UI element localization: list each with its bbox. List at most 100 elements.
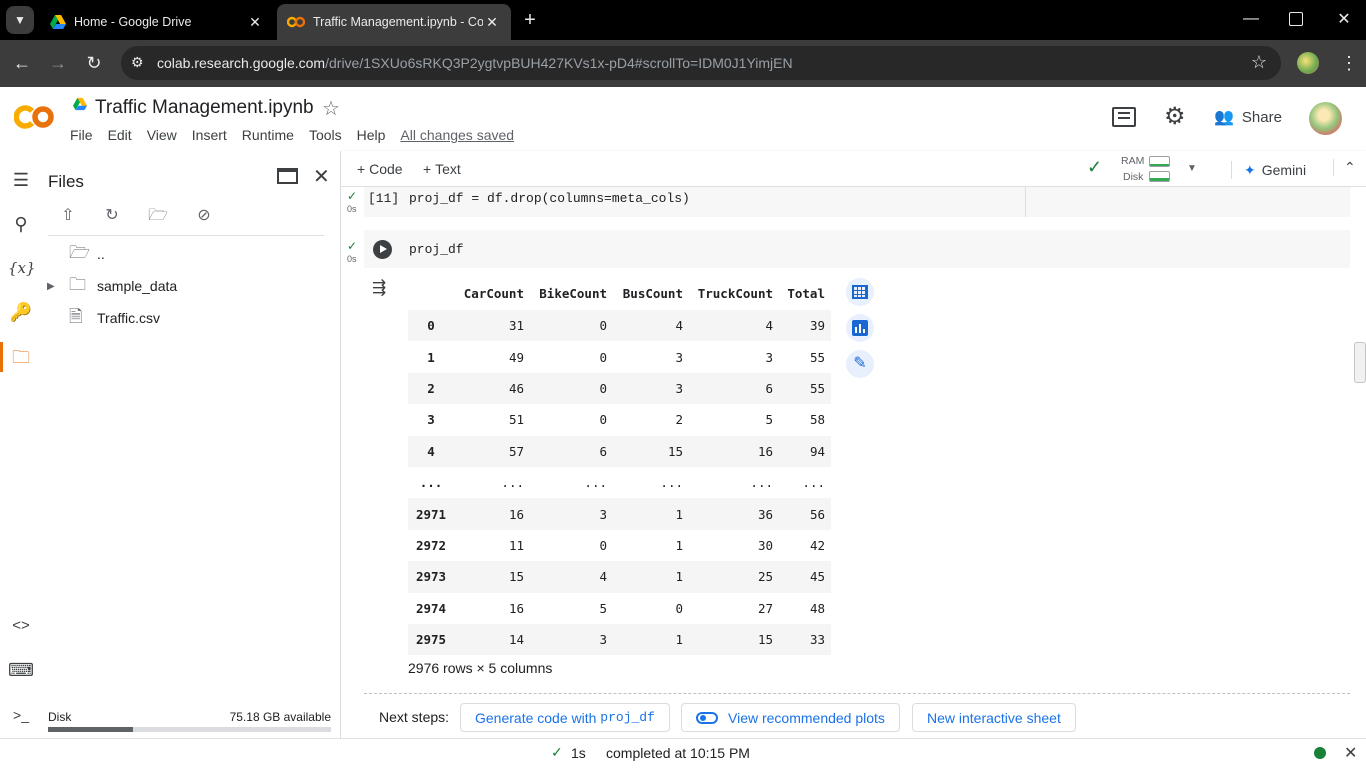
- browser-tab-strip: ▼ Home - Google Drive ✕ Traffic Manageme…: [0, 0, 1366, 40]
- gemini-button[interactable]: ✦ Gemini: [1231, 161, 1306, 179]
- menu-view[interactable]: View: [147, 127, 177, 143]
- reload-icon: ↻: [86, 53, 102, 73]
- close-panel-icon[interactable]: ✕: [313, 164, 330, 189]
- colab-logo[interactable]: [13, 103, 56, 131]
- refresh-icon[interactable]: ↻: [100, 204, 124, 228]
- secrets-key-icon[interactable]: 🔑: [8, 299, 34, 325]
- menu-runtime[interactable]: Runtime: [242, 127, 294, 143]
- table-cell: 55: [809, 349, 825, 365]
- reload-button[interactable]: ↻: [84, 53, 104, 73]
- search-icon[interactable]: ⚲: [8, 211, 34, 237]
- close-window-button[interactable]: ✕: [1335, 9, 1353, 29]
- new-interactive-sheet-button[interactable]: New interactive sheet: [912, 703, 1076, 732]
- save-status[interactable]: All changes saved: [400, 127, 514, 143]
- new-tab-button[interactable]: +: [520, 8, 540, 32]
- suggest-charts-button[interactable]: [846, 314, 874, 342]
- runtime-dropdown-icon[interactable]: ▼: [1187, 163, 1197, 174]
- browser-toolbar: ← → ↻ ⚙ colab.research.google.com/drive/…: [0, 40, 1366, 87]
- disk-available: 75.18 GB available: [229, 710, 331, 724]
- menu-edit[interactable]: Edit: [108, 127, 132, 143]
- row-index: 3: [427, 412, 435, 428]
- table-row: 1 49 0 3 3 55: [408, 341, 831, 372]
- list-item-parent-dir[interactable]: 🗁 ..: [69, 243, 105, 265]
- notebook-title[interactable]: Traffic Management.ipynb: [95, 97, 314, 119]
- generate-code-with-button[interactable]: Generate code with proj_df: [460, 703, 670, 732]
- restore-window-button[interactable]: [1289, 12, 1303, 26]
- generate-code-button[interactable]: ✎: [846, 350, 874, 378]
- expand-arrow-icon[interactable]: ▶: [47, 281, 67, 292]
- account-avatar[interactable]: [1309, 102, 1342, 135]
- column-header: TruckCount: [697, 285, 773, 301]
- code-cell[interactable]: proj_df: [364, 230, 1350, 268]
- close-status-icon[interactable]: ✕: [1344, 743, 1357, 763]
- add-code-cell-button[interactable]: + Code: [357, 161, 403, 177]
- list-item-sample-data[interactable]: ▶ 🗀 sample_data: [47, 275, 177, 297]
- tab-colab-notebook[interactable]: Traffic Management.ipynb - Col ✕: [277, 4, 511, 40]
- gemini-sparkle-icon: ✦: [1244, 161, 1256, 178]
- table-cell: 14: [508, 632, 524, 648]
- run-cell-button[interactable]: [373, 240, 392, 259]
- profile-avatar[interactable]: [1297, 52, 1319, 74]
- files-divider: [48, 235, 324, 236]
- address-bar[interactable]: ⚙ colab.research.google.com/drive/1SXUo6…: [121, 46, 1281, 80]
- share-label: Share: [1241, 108, 1282, 126]
- star-icon[interactable]: ☆: [322, 96, 340, 121]
- connected-check-icon: ✓: [1087, 157, 1103, 177]
- code-cell[interactable]: [11] proj_df = df.drop(columns=meta_cols…: [364, 187, 1350, 217]
- collapse-header-icon[interactable]: ⌃: [1333, 159, 1356, 176]
- plus-icon: +: [357, 161, 366, 177]
- terminal-icon[interactable]: >_: [8, 702, 34, 728]
- tab-search-button[interactable]: ▼: [6, 6, 34, 34]
- tab-google-drive[interactable]: Home - Google Drive ✕: [40, 4, 274, 40]
- comments-icon[interactable]: [1112, 107, 1136, 127]
- cell-exec-time: 0s: [347, 204, 357, 214]
- menu-insert[interactable]: Insert: [192, 127, 227, 143]
- menu-tools[interactable]: Tools: [309, 127, 342, 143]
- drive-location-icon[interactable]: [72, 97, 88, 114]
- minimize-window-button[interactable]: —: [1242, 10, 1260, 28]
- add-code-label: Code: [369, 161, 403, 177]
- variables-icon[interactable]: {x}: [8, 255, 36, 281]
- table-cell: 33: [809, 632, 825, 648]
- hide-hidden-files-icon[interactable]: ⊘: [192, 204, 216, 228]
- table-of-contents-icon[interactable]: ☰: [8, 167, 34, 193]
- menu-file[interactable]: File: [70, 127, 93, 143]
- completed-time: completed at 10:15 PM: [606, 745, 750, 761]
- back-button[interactable]: ←: [12, 53, 32, 73]
- cell-code[interactable]: proj_df = df.drop(columns=meta_cols): [409, 191, 690, 206]
- cell-status-check-icon: ✓: [347, 239, 358, 253]
- table-row: 2975 14 3 1 15 33: [408, 623, 831, 656]
- table-cell: 2: [675, 412, 683, 428]
- open-in-tab-icon[interactable]: [277, 168, 298, 184]
- exec-count: [11]: [368, 191, 400, 206]
- close-tab-icon[interactable]: ✕: [246, 14, 264, 31]
- generate-prefix: Generate code with: [475, 709, 597, 726]
- code-snippets-icon[interactable]: <>: [8, 613, 34, 639]
- output-actions-icon[interactable]: ⇶: [372, 278, 386, 298]
- gemini-label: Gemini: [1261, 162, 1307, 178]
- play-icon: [380, 245, 387, 253]
- notebook-scrollbar-thumb[interactable]: [1354, 342, 1366, 383]
- settings-gear-icon[interactable]: ⚙: [1164, 103, 1186, 131]
- files-folder-icon[interactable]: 🗀: [8, 344, 34, 370]
- browser-menu-icon[interactable]: ⋮: [1340, 52, 1358, 74]
- table-cell: 15: [508, 569, 524, 585]
- menu-help[interactable]: Help: [357, 127, 386, 143]
- share-button[interactable]: 👥 Share: [1214, 107, 1282, 127]
- view-recommended-plots-button[interactable]: View recommended plots: [681, 703, 900, 732]
- mount-drive-icon[interactable]: 🗁: [146, 204, 170, 228]
- forward-button[interactable]: →: [48, 53, 68, 73]
- bookmark-star-icon[interactable]: ☆: [1251, 52, 1267, 73]
- table-cell: 51: [508, 412, 524, 428]
- list-item-traffic-csv[interactable]: 🗎 Traffic.csv: [69, 307, 160, 329]
- cell-code[interactable]: proj_df: [409, 242, 464, 257]
- convert-to-table-button[interactable]: [846, 278, 874, 306]
- site-info-icon[interactable]: ⚙: [131, 54, 144, 71]
- close-tab-icon[interactable]: ✕: [483, 14, 501, 31]
- add-text-cell-button[interactable]: + Text: [423, 161, 461, 177]
- file-name: Traffic.csv: [97, 310, 161, 326]
- command-palette-icon[interactable]: ⌨: [8, 657, 34, 683]
- table-row: 2974 16 5 0 27 48: [408, 593, 831, 624]
- url-path: /drive/1SXUo6sRKQ3P2ygtvpBUH427KVs1x-pD4…: [325, 55, 793, 71]
- upload-file-icon[interactable]: ⇧: [56, 204, 80, 228]
